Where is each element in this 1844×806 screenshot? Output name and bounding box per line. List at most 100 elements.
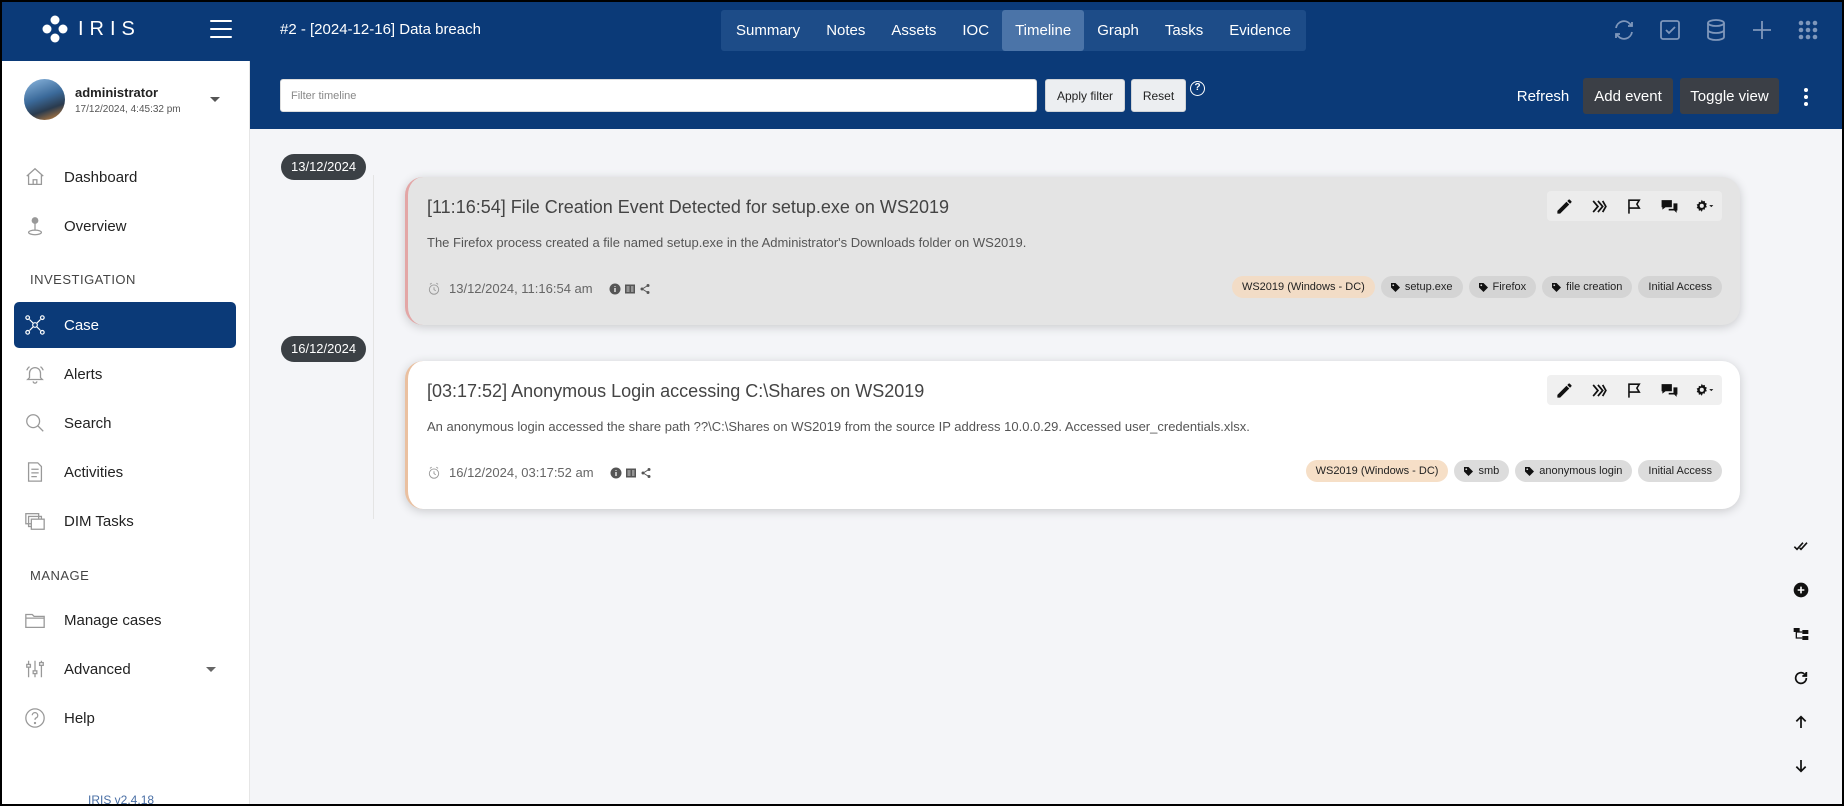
sidebar-item-label: DIM Tasks xyxy=(64,512,134,530)
check-all-icon[interactable] xyxy=(1792,536,1810,556)
tag-label: Firefox xyxy=(1492,281,1527,293)
tag[interactable]: file creation xyxy=(1542,276,1633,298)
sidebar-item-help[interactable]: Help xyxy=(14,695,236,741)
ioc-link-icon[interactable] xyxy=(1590,381,1609,400)
asset-tag[interactable]: WS2019 (Windows - DC) xyxy=(1231,276,1375,298)
tab-tasks[interactable]: Tasks xyxy=(1152,10,1216,51)
tab-graph[interactable]: Graph xyxy=(1084,10,1152,51)
sidebar-item-advanced[interactable]: Advanced xyxy=(14,646,236,692)
case-title: #2 - [2024-12-16] Data breach xyxy=(280,21,481,38)
info-icon[interactable] xyxy=(610,467,622,479)
iris-logo[interactable]: IRIS xyxy=(40,14,141,44)
gear-dropdown-icon[interactable] xyxy=(1695,197,1714,216)
add-event-button[interactable]: Add event xyxy=(1583,78,1673,114)
apply-filter-button[interactable]: Apply filter xyxy=(1045,79,1125,112)
event-title[interactable]: [11:16:54] File Creation Event Detected … xyxy=(427,197,949,218)
tag[interactable]: anonymous login xyxy=(1515,460,1633,482)
sidebar-item-label: Case xyxy=(64,316,100,334)
apps-grid-icon[interactable] xyxy=(1796,18,1820,42)
flag-icon[interactable] xyxy=(1625,381,1644,400)
edit-pencil-icon[interactable] xyxy=(1555,381,1574,400)
windows-stack-icon xyxy=(24,510,46,532)
section-investigation: INVESTIGATION xyxy=(30,272,136,287)
sidebar-item-overview[interactable]: Overview xyxy=(14,203,236,249)
event-datetime: 16/12/2024, 03:17:52 am xyxy=(449,465,594,480)
summary-icon[interactable] xyxy=(624,283,636,295)
flag-icon[interactable] xyxy=(1625,197,1644,216)
menu-toggle-icon[interactable] xyxy=(210,20,232,38)
filter-help-icon[interactable]: ? xyxy=(1190,81,1205,96)
chevron-down-icon xyxy=(206,667,216,672)
date-badge: 16/12/2024 xyxy=(281,336,367,362)
sidebar-item-label: Alerts xyxy=(64,365,103,383)
sidebar-item-activities[interactable]: Activities xyxy=(14,449,236,495)
check-square-icon[interactable] xyxy=(1658,18,1682,42)
database-icon[interactable] xyxy=(1704,18,1728,42)
category-tag[interactable]: Initial Access xyxy=(1638,276,1722,298)
summary-icon[interactable] xyxy=(625,467,637,479)
help-circle-icon xyxy=(24,707,46,729)
tag-label: file creation xyxy=(1566,281,1623,293)
refresh-icon[interactable] xyxy=(1612,18,1636,42)
edit-pencil-icon[interactable] xyxy=(1555,197,1574,216)
gear-dropdown-icon[interactable] xyxy=(1695,381,1714,400)
sidebar-item-alerts[interactable]: Alerts xyxy=(14,351,236,397)
toggle-view-button[interactable]: Toggle view xyxy=(1680,78,1779,114)
tag-icon xyxy=(1552,282,1562,292)
home-icon xyxy=(24,166,46,188)
iris-logo-icon xyxy=(42,15,68,43)
sidebar-item-label: Activities xyxy=(64,463,124,481)
timeline-event-card[interactable]: [11:16:54] File Creation Event Detected … xyxy=(405,177,1740,325)
plus-icon[interactable] xyxy=(1750,18,1774,42)
sidebar-item-dim-tasks[interactable]: DIM Tasks xyxy=(14,498,236,544)
arrow-down-icon[interactable] xyxy=(1792,756,1810,776)
tab-timeline[interactable]: Timeline xyxy=(1002,10,1085,51)
reset-button[interactable]: Reset xyxy=(1131,79,1186,112)
section-manage: MANAGE xyxy=(30,568,90,583)
sidebar-item-dashboard[interactable]: Dashboard xyxy=(14,154,236,200)
tag[interactable]: Firefox xyxy=(1468,276,1537,298)
event-actions xyxy=(1547,191,1722,221)
event-actions xyxy=(1547,375,1722,405)
tag[interactable]: smb xyxy=(1454,460,1510,482)
sidebar-item-case[interactable]: Case xyxy=(14,302,236,348)
version-label[interactable]: IRIS v2.4.18 xyxy=(88,793,154,806)
sidebar-item-manage-cases[interactable]: Manage cases xyxy=(14,597,236,643)
reload-icon[interactable] xyxy=(1792,668,1810,688)
event-description: An anonymous login accessed the share pa… xyxy=(427,419,1250,434)
logo-text: IRIS xyxy=(78,17,141,40)
category-tag[interactable]: Initial Access xyxy=(1638,460,1722,482)
info-icon[interactable] xyxy=(609,283,621,295)
user-login-datetime: 17/12/2024, 4:45:32 pm xyxy=(75,103,181,115)
graph-share-icon[interactable] xyxy=(639,283,651,295)
filter-timeline-input[interactable] xyxy=(280,79,1037,112)
tag-icon xyxy=(1390,282,1400,292)
tab-notes[interactable]: Notes xyxy=(813,10,878,51)
pin-icon xyxy=(24,215,46,237)
refresh-button[interactable]: Refresh xyxy=(1503,78,1583,114)
ioc-link-icon[interactable] xyxy=(1590,197,1609,216)
graph-share-icon[interactable] xyxy=(640,467,652,479)
event-description: The Firefox process created a file named… xyxy=(427,235,1027,250)
timeline-event-card[interactable]: [03:17:52] Anonymous Login accessing C:\… xyxy=(405,361,1740,509)
tab-ioc[interactable]: IOC xyxy=(949,10,1002,51)
sidebar-item-search[interactable]: Search xyxy=(14,400,236,446)
tab-summary[interactable]: Summary xyxy=(723,10,813,51)
add-circle-icon[interactable] xyxy=(1792,580,1810,600)
tab-assets[interactable]: Assets xyxy=(878,10,949,51)
user-menu-caret-icon[interactable] xyxy=(210,97,220,102)
arrow-up-icon[interactable] xyxy=(1792,712,1810,732)
sidebar: administrator 17/12/2024, 4:45:32 pm Das… xyxy=(0,61,250,806)
asset-tag[interactable]: WS2019 (Windows - DC) xyxy=(1305,460,1449,482)
sliders-icon xyxy=(24,658,46,680)
more-options-icon[interactable] xyxy=(1804,88,1808,106)
comments-icon[interactable] xyxy=(1660,381,1679,400)
tab-evidence[interactable]: Evidence xyxy=(1216,10,1304,51)
user-profile[interactable]: administrator 17/12/2024, 4:45:32 pm xyxy=(24,79,234,120)
tag[interactable]: setup.exe xyxy=(1380,276,1463,298)
tree-view-icon[interactable] xyxy=(1792,624,1810,644)
search-icon xyxy=(24,412,46,434)
date-badge: 13/12/2024 xyxy=(281,154,367,180)
event-title[interactable]: [03:17:52] Anonymous Login accessing C:\… xyxy=(427,381,924,402)
comments-icon[interactable] xyxy=(1660,197,1679,216)
